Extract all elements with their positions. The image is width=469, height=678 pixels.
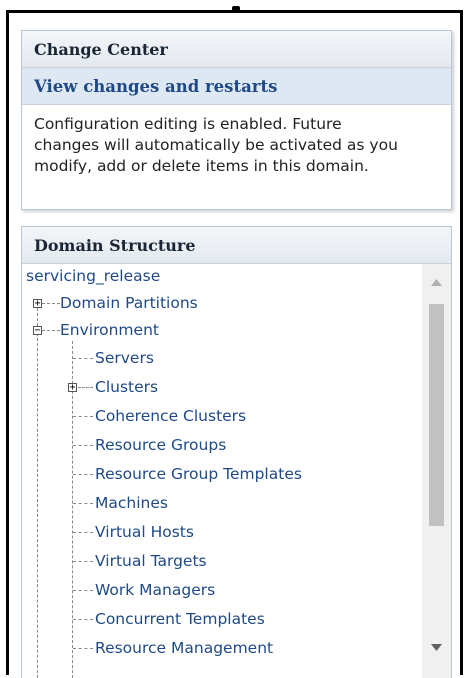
scroll-thumb[interactable]: [429, 304, 444, 526]
tree-item-resource-management[interactable]: Resource Management: [95, 636, 273, 660]
tree-scrollbar[interactable]: [422, 264, 451, 678]
tree-item-coherence-clusters[interactable]: Coherence Clusters: [95, 404, 246, 428]
tree-item-concurrent-templates[interactable]: Concurrent Templates: [95, 607, 265, 631]
plus-box-icon[interactable]: +: [68, 383, 77, 393]
tree-connector: [42, 330, 60, 331]
tree-item-resource-group-templates[interactable]: Resource Group Templates: [95, 462, 302, 486]
tree-connector: [37, 308, 38, 678]
tree-item-servers[interactable]: Servers: [95, 346, 154, 370]
tree-connector: [73, 561, 93, 562]
tree-root-servicing-release[interactable]: servicing_release: [26, 264, 160, 288]
view-changes-row: View changes and restarts: [22, 68, 451, 105]
plus-box-icon[interactable]: +: [33, 299, 42, 309]
change-center-message: Configuration editing is enabled. Future…: [22, 105, 451, 177]
tree-connector: [73, 619, 93, 620]
view-changes-link[interactable]: View changes and restarts: [34, 77, 277, 96]
scroll-up-arrow-icon[interactable]: [422, 268, 451, 296]
tree-item-domain-partitions[interactable]: Domain Partitions: [60, 291, 198, 315]
tree-connector: [73, 590, 93, 591]
tree-item-clusters[interactable]: Clusters: [95, 375, 158, 399]
domain-structure-panel: Domain Structure servicing_release + Dom…: [21, 226, 452, 678]
tree-item-virtual-hosts[interactable]: Virtual Hosts: [95, 520, 194, 544]
tree-connector: [78, 387, 93, 388]
tree-connector: [73, 474, 93, 475]
tree-item-machines[interactable]: Machines: [95, 491, 168, 515]
scroll-down-arrow-icon[interactable]: [422, 633, 451, 661]
tree-item-work-managers[interactable]: Work Managers: [95, 578, 215, 602]
tree-connector: [73, 532, 93, 533]
message-line: Configuration editing is enabled. Future: [34, 115, 342, 133]
domain-structure-title: Domain Structure: [22, 227, 451, 264]
message-line: modify, add or delete items in this doma…: [34, 157, 369, 175]
tree-connector: [73, 503, 93, 504]
tree-connector: [42, 303, 60, 304]
change-center-panel: Change Center View changes and restarts …: [21, 30, 452, 210]
tree-connector: [73, 445, 93, 446]
tree-connector: [73, 648, 93, 649]
tree-item-virtual-targets[interactable]: Virtual Targets: [95, 549, 207, 573]
change-center-title: Change Center: [22, 31, 451, 68]
tree-connector: [73, 358, 93, 359]
domain-tree: servicing_release + Domain Partitions − …: [22, 264, 451, 678]
message-line: changes will automatically be activated …: [34, 136, 398, 154]
tree-item-environment[interactable]: Environment: [60, 318, 159, 342]
minus-box-icon[interactable]: −: [33, 326, 42, 336]
tree-item-resource-groups[interactable]: Resource Groups: [95, 433, 226, 457]
tree-connector: [73, 416, 93, 417]
